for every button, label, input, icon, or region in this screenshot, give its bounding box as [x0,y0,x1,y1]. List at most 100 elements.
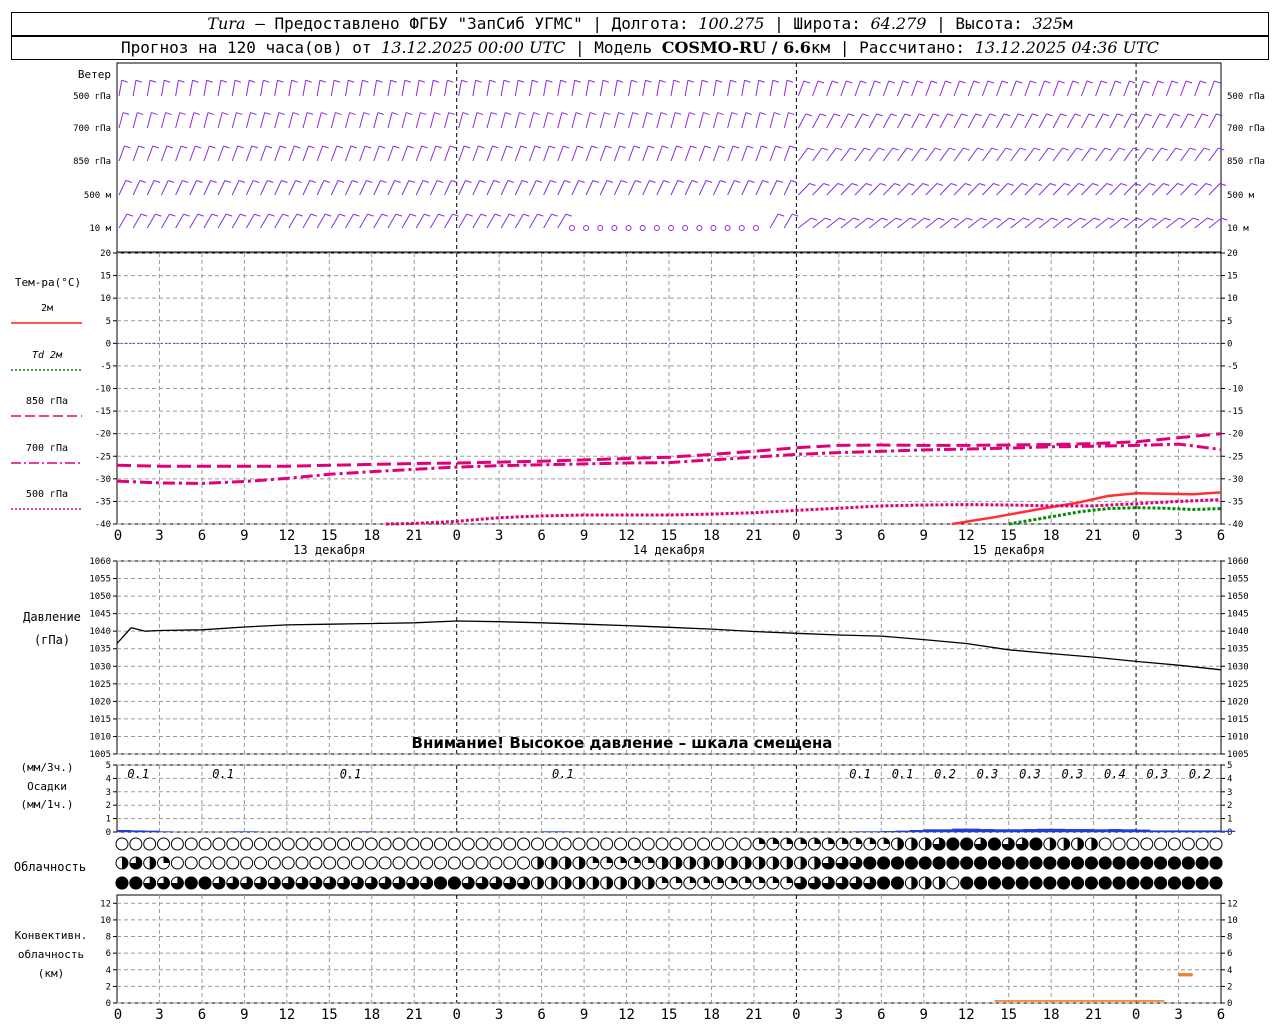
cloud-symbol [281,856,295,870]
wind-barb-flag [734,180,741,183]
temp-tick-label-right: 15 [1227,272,1238,282]
cloud-symbol-fill [1140,856,1154,870]
pressure-tick-label-left: 1005 [89,750,111,760]
wind-barb-flag [851,183,859,186]
wind-barb-flag [1093,217,1101,221]
wind-barb-flag [281,180,288,183]
wind-barb-flag [1037,217,1044,221]
temp-tick-label-left: 10 [100,294,111,304]
cloud-symbol-fill [800,857,807,869]
wind-barb-staff [557,80,562,97]
cloud-symbol-fill [772,877,779,883]
wind-barb-staff [1151,80,1159,97]
cloud-symbol-fill [703,857,710,869]
wind-barb-flag [321,112,328,116]
wind-barb-staff [783,213,793,229]
wind-barb-staff [387,112,393,129]
precip-bar [937,829,953,832]
wind-barb-flag [774,112,781,116]
pressure-tick-label-right: 1050 [1227,592,1249,602]
wind-barb-staff [189,112,195,129]
cloud-symbol [295,837,309,851]
temp-tick-label-right: -25 [1227,452,1243,462]
wind-barb-flag [1163,183,1170,186]
wind-barb-flag [805,113,813,117]
precip-amount-label: 0.3 [1062,767,1084,781]
bottom-hour-label: 12 [278,1007,295,1023]
wind-barb-flag [1119,147,1126,151]
wind-barb-staff [812,147,823,162]
cloud-symbol-fill [1001,876,1015,890]
wind-barb-flag [406,112,413,116]
cloud-symbol-fill [1043,856,1057,870]
wind-barb-flag [1178,217,1186,221]
wind-barb-staff [528,112,535,129]
wind-barb-flag [178,79,185,83]
precip-bar [881,831,896,832]
precip-bar [244,831,259,832]
wind-barb-flag [1003,113,1011,117]
cloud-symbol-fill [911,838,918,850]
wind-barb-staff [543,213,553,229]
wind-barb-flag [966,217,973,221]
wind-barb-staff [628,80,632,97]
cloud-symbol-fill [434,876,448,890]
wind-barb-staff [1066,147,1078,162]
bottom-hour-label: 21 [745,1007,762,1023]
cloud-symbol [350,856,364,870]
wind-barb-staff [1109,147,1120,162]
temp-series-line [385,498,1222,526]
cloud-symbol-fill [731,857,738,869]
cloud-symbol-fill [129,876,143,890]
wind-barb-flag [1161,147,1168,151]
cloud-symbol-fill [974,876,988,890]
wind-barb-staff [755,145,762,162]
wind-barb-staff [245,145,253,162]
wind-barb-flag [949,147,956,151]
wind-barb-flag [792,213,799,217]
cloud-symbol-fill [974,856,988,870]
pressure-axis-title: Давление [23,610,81,624]
wind-barb-staff [1137,113,1147,129]
convective-tick-label-right: 6 [1227,949,1232,959]
cloud-symbol [683,837,697,851]
temp-tick-label-left: -15 [95,407,111,417]
wind-barb-flag [945,80,952,84]
wind-barb-staff [543,112,549,129]
wind-barb-flag [687,79,695,83]
wind-barb-staff [783,180,792,196]
pressure-tick-label-left: 1020 [89,697,111,707]
wind-barb-staff [628,180,636,196]
pressure-warning: Внимание! Высокое давление – шкала смеще… [412,734,833,752]
convective-bar [994,1000,1165,1002]
wind-barb-flag [122,112,130,116]
cloud-symbol [447,856,461,870]
cloud-symbol [544,837,558,851]
wind-barb-staff [868,113,878,129]
wind-barb-staff [161,180,169,196]
wind-barb-flag [691,180,699,183]
wind-barb-staff [571,80,576,97]
wind-barb-flag [336,145,343,149]
wind-barb-staff [217,112,223,129]
wind-barb-flag [251,145,259,149]
wind-barb-staff [1208,80,1215,97]
wind-barb-flag [476,112,484,116]
wind-barb-flag [759,112,767,116]
wind-barb-staff [599,80,604,97]
cloud-symbol [170,837,184,851]
wind-barb-flag [987,80,995,84]
wind-barb-flag [124,145,131,149]
wind-barb-staff [585,112,591,129]
day-label: 13 декабря [293,543,365,557]
wind-barb-staff [642,180,650,196]
hour-label: 3 [1174,528,1182,544]
wind-level-label-left: 500 м [84,191,112,201]
wind-barb-staff [330,80,335,97]
wind-barb-flag [452,213,459,217]
precip-amount-label: 0.1 [340,767,362,781]
wind-barb-staff [415,112,421,129]
wind-barb-staff [458,80,462,97]
precip-bar [1022,829,1037,832]
wind-barb-staff [755,180,764,196]
